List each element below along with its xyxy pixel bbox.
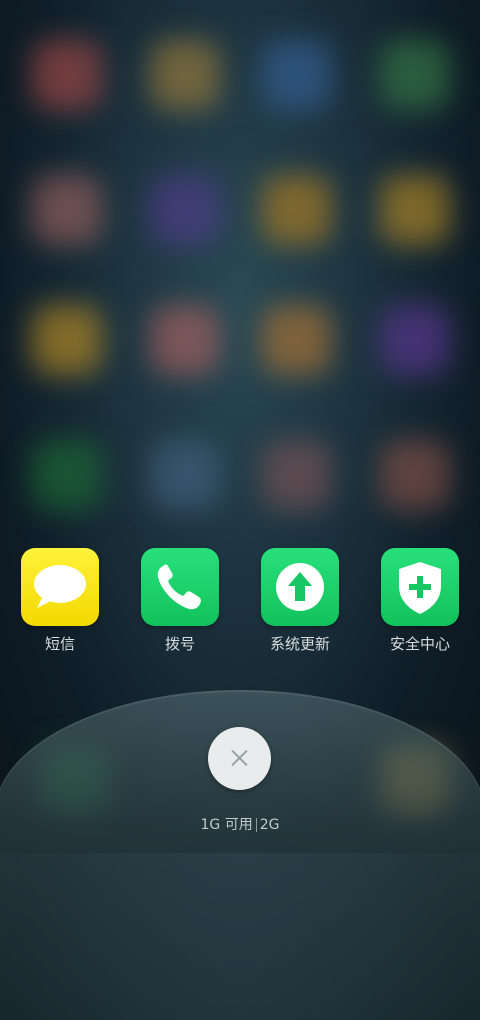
app-dock: 短信 拨号 系统更新 安全中心	[0, 548, 480, 658]
app-security-center[interactable]: 安全中心	[360, 548, 480, 654]
app-label: 系统更新	[269, 635, 330, 653]
app-label: 安全中心	[389, 635, 450, 653]
divider	[255, 818, 257, 832]
message-bubble-icon[interactable]	[21, 548, 99, 626]
shield-plus-icon[interactable]	[381, 548, 459, 626]
app-system-update[interactable]: 系统更新	[240, 548, 360, 654]
phone-icon[interactable]	[141, 548, 219, 626]
memory-available: 1G 可用	[200, 817, 253, 833]
memory-status: 1G 可用 2G	[0, 815, 480, 835]
memory-total: 2G	[259, 817, 280, 833]
app-label: 短信	[44, 635, 75, 653]
app-label: 拨号	[164, 635, 195, 653]
upload-arrow-icon[interactable]	[261, 548, 339, 626]
clear-all-button[interactable]	[208, 727, 271, 790]
app-dialer[interactable]: 拨号	[120, 548, 240, 654]
app-messages[interactable]: 短信	[0, 548, 120, 654]
